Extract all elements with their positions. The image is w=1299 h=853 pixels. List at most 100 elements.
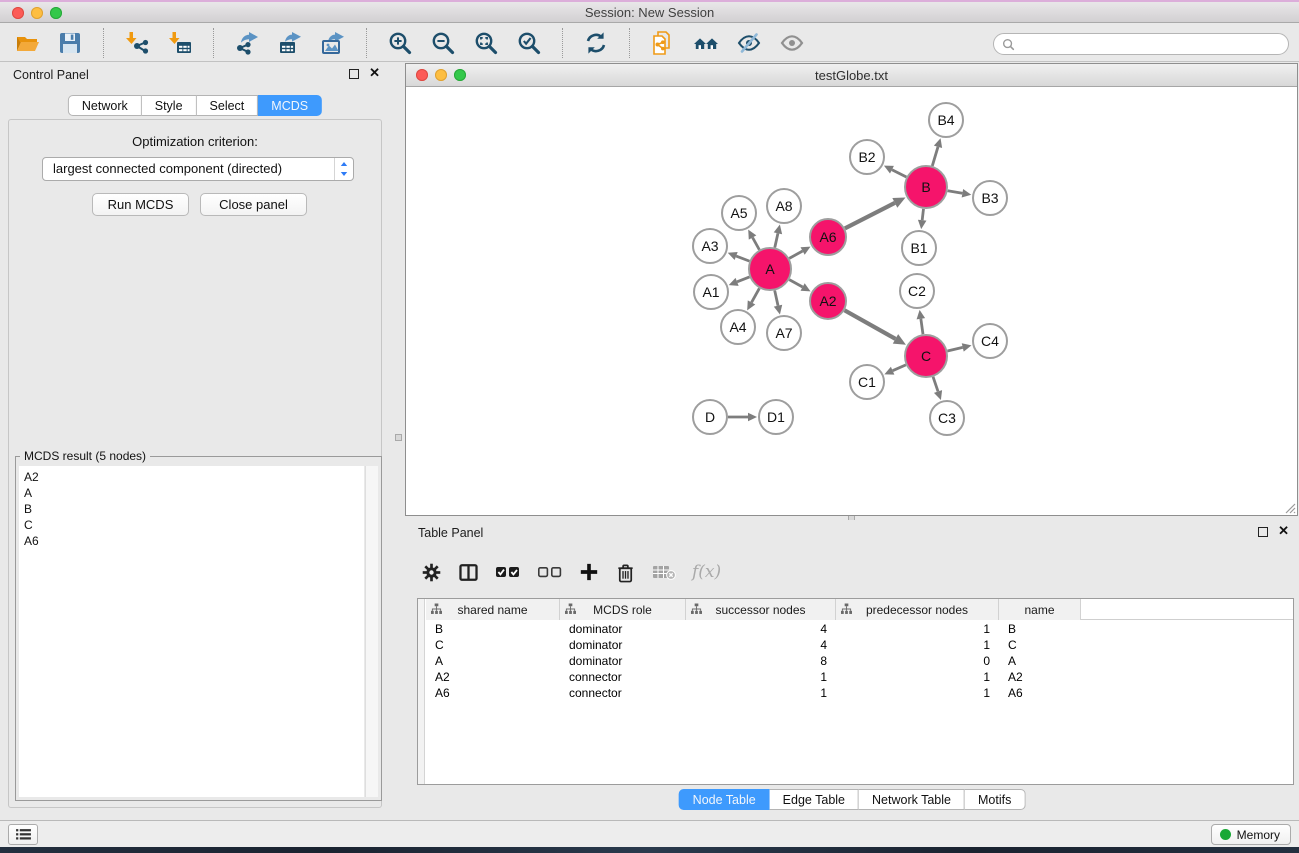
graph-edge-A-A4[interactable] bbox=[752, 288, 760, 302]
column-header-name[interactable]: name bbox=[999, 599, 1081, 620]
result-item[interactable]: A6 bbox=[24, 533, 364, 549]
import-network-icon[interactable] bbox=[122, 28, 152, 58]
save-session-icon[interactable] bbox=[55, 28, 85, 58]
graph-edge-B-B1[interactable] bbox=[922, 209, 923, 220]
column-header-predecessor-nodes[interactable]: predecessor nodes bbox=[836, 599, 999, 620]
criterion-dropdown[interactable]: largest connected component (directed) bbox=[42, 157, 354, 181]
column-header-mcds-role[interactable]: MCDS role bbox=[560, 599, 686, 620]
table-cell: connector bbox=[560, 670, 686, 684]
hide-selected-eye-icon[interactable] bbox=[734, 28, 764, 58]
run-mcds-button[interactable]: Run MCDS bbox=[92, 193, 189, 216]
close-table-panel-icon[interactable]: ✕ bbox=[1278, 524, 1289, 538]
result-scrollbar[interactable] bbox=[365, 466, 378, 797]
delete-column-trash-icon[interactable] bbox=[615, 562, 636, 583]
table-cell: A2 bbox=[426, 670, 560, 684]
graph-node-label: C3 bbox=[938, 410, 956, 426]
zoom-selected-icon[interactable] bbox=[514, 28, 544, 58]
export-image-icon[interactable] bbox=[318, 28, 348, 58]
float-panel-icon[interactable] bbox=[349, 69, 359, 79]
graph-node-label: B4 bbox=[937, 112, 954, 128]
result-item[interactable]: A bbox=[24, 485, 364, 501]
network-canvas[interactable]: B4B2BB3A5A8A6A3B1AA1C2A2A4A7C4CC1C3DD1 bbox=[406, 88, 1297, 515]
table-tab-network-table[interactable]: Network Table bbox=[859, 789, 965, 810]
row-header-strip bbox=[418, 599, 425, 784]
result-item[interactable]: C bbox=[24, 517, 364, 533]
select-all-checkboxes-icon[interactable] bbox=[495, 565, 521, 579]
table-cell: B bbox=[999, 622, 1081, 636]
float-table-panel-icon[interactable] bbox=[1258, 527, 1268, 537]
table-tab-edge-table[interactable]: Edge Table bbox=[770, 789, 859, 810]
zoom-fit-icon[interactable] bbox=[471, 28, 501, 58]
table-row[interactable]: Adominator80A bbox=[426, 653, 1293, 669]
memory-button[interactable]: Memory bbox=[1211, 824, 1291, 845]
graph-edge-B-B2[interactable] bbox=[892, 170, 906, 177]
table-tab-motifs[interactable]: Motifs bbox=[965, 789, 1025, 810]
zoom-out-icon[interactable] bbox=[428, 28, 458, 58]
graph-edge-A-A5[interactable] bbox=[753, 237, 760, 249]
result-item[interactable]: A2 bbox=[24, 469, 364, 485]
show-all-eye-icon[interactable] bbox=[777, 28, 807, 58]
refresh-icon[interactable] bbox=[581, 28, 611, 58]
graph-edge-B-B4[interactable] bbox=[932, 147, 938, 166]
search-field[interactable] bbox=[993, 33, 1289, 55]
graph-edge-A-A1[interactable] bbox=[737, 277, 749, 282]
graph-edge-arrowhead bbox=[917, 310, 926, 320]
vertical-splitter-handle[interactable] bbox=[395, 434, 402, 441]
graph-node-label: C2 bbox=[908, 283, 926, 299]
graph-edge-A6-B[interactable] bbox=[845, 203, 895, 228]
table-cell: B bbox=[426, 622, 560, 636]
table-cell: dominator bbox=[560, 654, 686, 668]
graph-edge-B-B3[interactable] bbox=[948, 191, 963, 194]
table-cell: A bbox=[426, 654, 560, 668]
table-cell: 1 bbox=[836, 622, 999, 636]
task-history-button[interactable] bbox=[8, 824, 38, 845]
export-table-icon[interactable] bbox=[275, 28, 305, 58]
search-input[interactable] bbox=[1019, 35, 1288, 53]
tab-mcds[interactable]: MCDS bbox=[258, 95, 322, 116]
settings-gear-icon[interactable] bbox=[421, 562, 442, 583]
table-cell: dominator bbox=[560, 622, 686, 636]
graph-edge-A2-C[interactable] bbox=[845, 310, 896, 339]
table-cell: 4 bbox=[686, 622, 836, 636]
table-tab-node-table[interactable]: Node Table bbox=[679, 789, 770, 810]
graph-edge-A-A6[interactable] bbox=[789, 251, 802, 258]
table-cell: A6 bbox=[999, 686, 1081, 700]
graph-node-label: A2 bbox=[819, 293, 836, 309]
column-header-label: shared name bbox=[457, 603, 527, 617]
table-body: Bdominator41BCdominator41CAdominator80AA… bbox=[426, 621, 1293, 784]
column-header-successor-nodes[interactable]: successor nodes bbox=[686, 599, 836, 620]
export-network-icon[interactable] bbox=[232, 28, 262, 58]
network-window-titlebar[interactable]: testGlobe.txt bbox=[406, 64, 1297, 87]
column-header-shared-name[interactable]: shared name bbox=[426, 599, 560, 620]
resize-grip-icon[interactable] bbox=[1284, 502, 1296, 514]
graph-edge-A-A3[interactable] bbox=[736, 256, 749, 261]
tab-select[interactable]: Select bbox=[197, 95, 259, 116]
deselect-all-checkboxes-icon[interactable] bbox=[537, 565, 563, 579]
table-row[interactable]: A6connector11A6 bbox=[426, 685, 1293, 701]
network-from-document-icon[interactable] bbox=[648, 28, 678, 58]
close-panel-button[interactable]: Close panel bbox=[200, 193, 307, 216]
home-icon[interactable] bbox=[691, 28, 721, 58]
import-table-icon[interactable] bbox=[165, 28, 195, 58]
graph-node-label: A7 bbox=[775, 325, 792, 341]
graph-edge-A-A7[interactable] bbox=[775, 290, 778, 305]
show-column-pane-icon[interactable] bbox=[458, 562, 479, 583]
tab-network[interactable]: Network bbox=[68, 95, 142, 116]
graph-edge-A-A8[interactable] bbox=[775, 233, 778, 247]
tab-style[interactable]: Style bbox=[142, 95, 197, 116]
table-row[interactable]: Bdominator41B bbox=[426, 621, 1293, 637]
zoom-in-icon[interactable] bbox=[385, 28, 415, 58]
result-item[interactable]: B bbox=[24, 501, 364, 517]
close-panel-icon[interactable]: ✕ bbox=[369, 66, 380, 80]
graph-edge-C-C1[interactable] bbox=[893, 365, 906, 371]
table-row[interactable]: A2connector11A2 bbox=[426, 669, 1293, 685]
graph-edge-C-C2[interactable] bbox=[921, 319, 923, 334]
table-row[interactable]: Cdominator41C bbox=[426, 637, 1293, 653]
graph-edge-C-C3[interactable] bbox=[933, 377, 938, 392]
open-session-icon[interactable] bbox=[12, 28, 42, 58]
add-column-icon[interactable] bbox=[579, 562, 599, 582]
graph-node-label: D1 bbox=[767, 409, 785, 425]
table-cell: 0 bbox=[836, 654, 999, 668]
graph-edge-C-C4[interactable] bbox=[947, 347, 962, 351]
graph-edge-A-A2[interactable] bbox=[789, 280, 802, 287]
